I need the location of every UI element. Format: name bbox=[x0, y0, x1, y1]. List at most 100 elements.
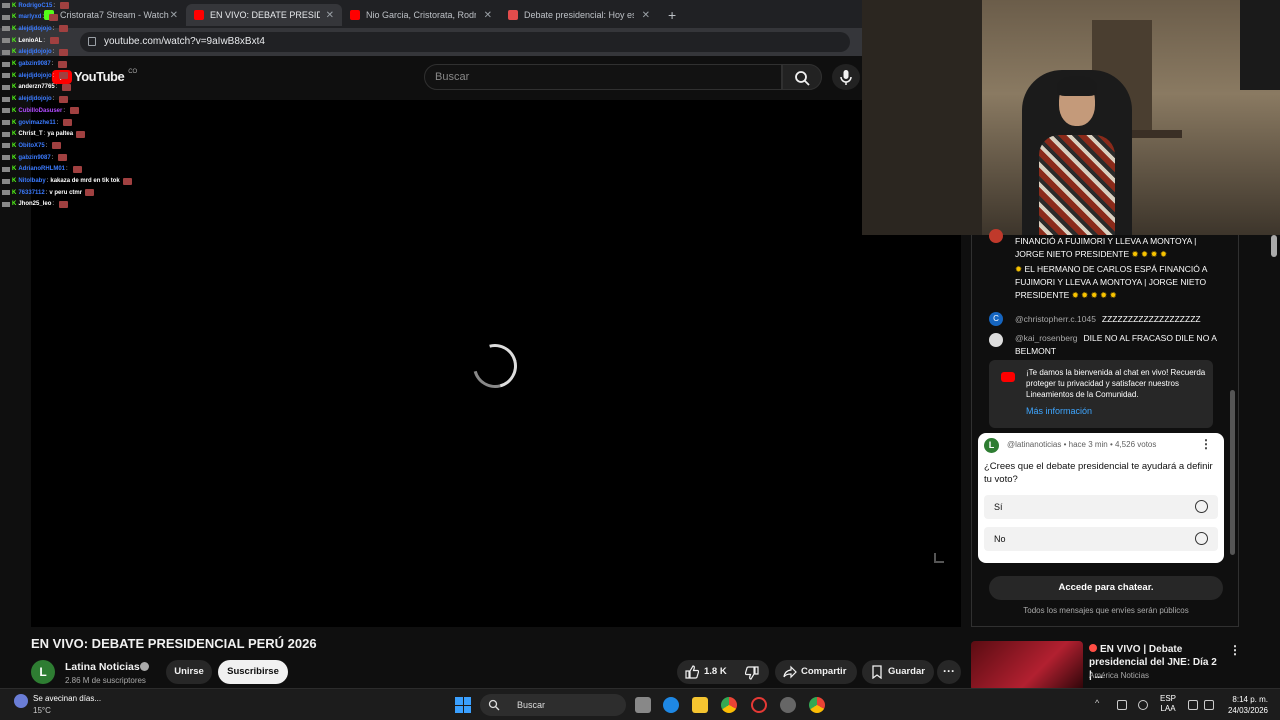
chevron-up-icon[interactable]: ^ bbox=[1095, 698, 1105, 708]
poll-option-label: Sí bbox=[994, 502, 1003, 512]
edge-icon[interactable] bbox=[663, 697, 679, 713]
emote-icon bbox=[58, 60, 68, 68]
windows-logo-icon bbox=[455, 697, 463, 705]
poll-meta: @latinanoticias • hace 3 min • 4,526 vot… bbox=[1007, 440, 1157, 449]
overlay-chat-line: K CubilloDasuser: bbox=[2, 107, 80, 115]
save-button[interactable]: Guardar bbox=[862, 660, 934, 684]
close-tab-icon[interactable]: ✕ bbox=[642, 10, 650, 21]
channel-avatar[interactable]: L bbox=[31, 660, 55, 684]
voice-search-button[interactable] bbox=[832, 64, 860, 90]
weather-icon[interactable] bbox=[14, 694, 28, 708]
tab-nio-garcia[interactable]: Nio Garcia, Cristorata, Rodrigo ✕ bbox=[342, 4, 500, 26]
join-button[interactable]: Unirse bbox=[166, 660, 212, 684]
colon-separator: : bbox=[51, 154, 54, 161]
chrome-icon[interactable] bbox=[721, 697, 737, 713]
poll-card: L @latinanoticias • hace 3 min • 4,526 v… bbox=[978, 433, 1224, 563]
kick-icon: K bbox=[12, 107, 17, 114]
weather-text[interactable]: Se avecinan días... bbox=[33, 694, 101, 703]
emote-icon bbox=[60, 2, 70, 9]
channel-name[interactable]: Latina Noticias bbox=[65, 661, 140, 673]
chat-message-text: ZZZZZZZZZZZZZZZZZZZ bbox=[1101, 314, 1201, 324]
tab-debate-hoy[interactable]: Debate presidencial: Hoy es la ✕ bbox=[500, 4, 658, 26]
welcome-banner: ¡Te damos la bienvenida al chat en vivo!… bbox=[989, 360, 1213, 428]
close-tab-icon[interactable]: ✕ bbox=[326, 10, 334, 21]
chat-scrollbar[interactable] bbox=[1230, 390, 1235, 555]
chat-message: @kai_rosenberg DILE NO AL FRACASO DILE NO… bbox=[1015, 332, 1225, 358]
chat-avatar bbox=[989, 333, 1003, 347]
chat-message: ✹ EL HERMANO DE CARLOS ESPÁ FINANCIÓ A F… bbox=[1015, 263, 1225, 302]
subscribe-button[interactable]: Suscribirse bbox=[218, 660, 288, 684]
taskbar-search[interactable]: Buscar bbox=[480, 694, 626, 716]
news-site-icon bbox=[508, 10, 518, 20]
streamer-shirt bbox=[1039, 135, 1115, 235]
live-chat-panel: FINANCIÓ A FUJIMORI Y LLEVA A MONTOYA | … bbox=[971, 229, 1239, 627]
channel-avatar: L bbox=[984, 438, 999, 453]
more-vert-icon[interactable]: ⋮ bbox=[1229, 643, 1241, 657]
welcome-text: ¡Te damos la bienvenida al chat en vivo!… bbox=[1026, 368, 1206, 399]
weather-temperature: 15°C bbox=[33, 706, 51, 715]
overlay-chat-message: kakaza de mrd en tik tok bbox=[50, 178, 120, 184]
colon-separator: : bbox=[45, 189, 48, 196]
like-count[interactable]: 1.8 K bbox=[704, 660, 727, 684]
kick-icon: K bbox=[12, 154, 17, 161]
task-view-icon[interactable] bbox=[635, 697, 651, 713]
clock[interactable]: 8:14 p. m. 24/03/2026 bbox=[1222, 694, 1268, 716]
kick-icon: K bbox=[12, 166, 17, 173]
sign-in-to-chat-button[interactable]: Accede para chatear. bbox=[989, 576, 1223, 600]
recommendation-thumbnail[interactable] bbox=[971, 641, 1083, 691]
sub-badge-icon bbox=[2, 178, 10, 184]
poll-option-si[interactable]: Sí bbox=[984, 495, 1218, 519]
more-actions-button[interactable]: ··· bbox=[937, 660, 961, 684]
overlay-chat-user: govimazhe11 bbox=[18, 119, 56, 126]
share-button[interactable]: Compartir bbox=[775, 660, 857, 684]
new-tab-button[interactable]: + bbox=[660, 4, 684, 26]
sub-badge-icon bbox=[2, 201, 10, 207]
colon-separator: : bbox=[52, 201, 55, 208]
file-explorer-icon[interactable] bbox=[692, 697, 708, 713]
microphone-icon[interactable] bbox=[1138, 700, 1148, 710]
colon-separator: : bbox=[45, 142, 48, 149]
clock-time: 8:14 p. m. bbox=[1232, 695, 1268, 704]
overlay-chat-user: 76337112 bbox=[18, 189, 45, 196]
search-input[interactable]: Buscar bbox=[424, 64, 782, 90]
sub-badge-icon bbox=[2, 26, 10, 32]
kick-icon: K bbox=[12, 61, 17, 67]
start-button[interactable] bbox=[455, 697, 471, 713]
close-tab-icon[interactable]: ✕ bbox=[484, 10, 492, 21]
sub-badge-icon bbox=[2, 3, 10, 8]
colon-separator: : bbox=[43, 37, 46, 44]
overlay-chat-line: K LenioAL: bbox=[2, 37, 60, 45]
chat-author[interactable]: @kai_rosenberg bbox=[1015, 333, 1078, 343]
more-info-link[interactable]: Más información bbox=[1026, 406, 1092, 416]
overlay-chat-user: LenioAL bbox=[18, 37, 43, 44]
search-button[interactable] bbox=[782, 64, 822, 90]
streamer-hair bbox=[1057, 76, 1097, 96]
sub-badge-icon bbox=[2, 49, 10, 55]
tab-debate-presidencial[interactable]: EN VIVO: DEBATE PRESIDENCIAL ✕ bbox=[186, 4, 342, 26]
thumbs-up-icon[interactable] bbox=[685, 665, 699, 679]
settings-gear-icon[interactable] bbox=[780, 697, 796, 713]
chrome-active-icon[interactable] bbox=[809, 697, 825, 713]
kick-icon: K bbox=[12, 25, 17, 32]
recommendation-channel[interactable]: América Noticias bbox=[1089, 671, 1149, 680]
overlay-chat-line: Kalejdjdojojo: bbox=[2, 48, 69, 56]
thumbs-down-icon[interactable] bbox=[745, 666, 759, 680]
network-off-icon[interactable] bbox=[1117, 700, 1127, 710]
save-label: Guardar bbox=[888, 666, 925, 677]
overlay-chat-line: Kalejdjdojojo: bbox=[2, 72, 69, 80]
sub-badge-icon bbox=[2, 166, 10, 172]
sub-badge-icon bbox=[2, 131, 10, 137]
chat-author[interactable]: @christopherr.c.1045 bbox=[1015, 314, 1096, 324]
webcam-feed bbox=[862, 0, 1280, 235]
input-language[interactable]: ESP LAA bbox=[1160, 694, 1176, 714]
more-vert-icon[interactable]: ⋮ bbox=[1200, 437, 1212, 451]
opera-icon[interactable] bbox=[751, 697, 767, 713]
wifi-icon[interactable] bbox=[1188, 700, 1198, 710]
page-scrollbar[interactable] bbox=[1271, 235, 1277, 257]
poll-option-no[interactable]: No bbox=[984, 527, 1218, 551]
colon-separator: : bbox=[66, 166, 68, 173]
emote-icon bbox=[62, 83, 72, 91]
subscriber-count: 2.86 M de suscriptores bbox=[65, 676, 146, 685]
volume-icon[interactable] bbox=[1204, 700, 1214, 710]
emote-icon bbox=[59, 48, 69, 56]
